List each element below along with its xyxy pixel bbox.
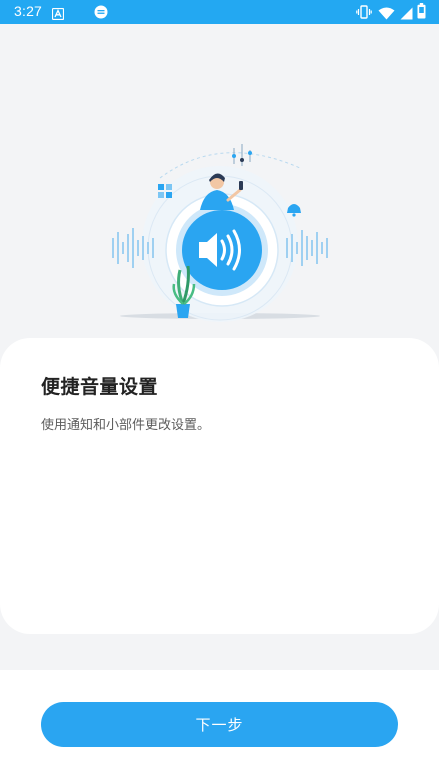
vibrate-icon <box>356 4 372 23</box>
card-description: 使用通知和小部件更改设置。 <box>41 418 211 433</box>
wifi-icon <box>378 5 395 24</box>
status-time: 3:27 <box>14 3 43 19</box>
next-button[interactable]: 下一步 <box>41 702 398 747</box>
battery-icon <box>417 3 426 23</box>
status-bar: 3:27 <box>0 0 439 24</box>
volume-illustration <box>100 138 340 328</box>
card-title: 便捷音量设置 <box>41 376 159 398</box>
message-icon <box>94 4 108 23</box>
screen: 3:27 便捷音量设置 使用通知和小部件更改设置。 下一步 <box>0 0 439 780</box>
signal-icon <box>400 5 413 24</box>
notification-a-icon <box>51 5 65 24</box>
